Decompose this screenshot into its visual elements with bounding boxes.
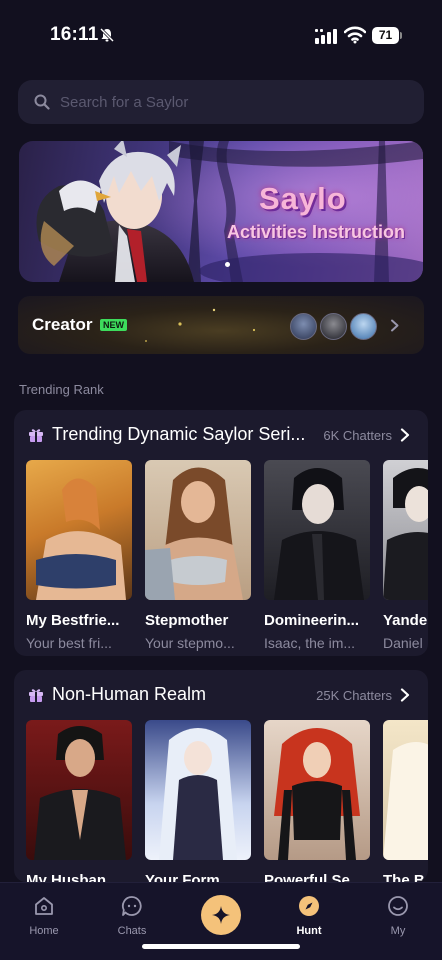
bell-muted-icon	[99, 27, 115, 43]
chevron-right-icon	[400, 688, 410, 702]
character-thumbnail	[26, 460, 132, 600]
character-description: Your stepmo...	[145, 635, 235, 651]
character-thumbnail	[145, 720, 251, 860]
section-label-trending: Trending Rank	[19, 382, 104, 397]
nav-label: My	[390, 925, 406, 937]
search-icon	[34, 94, 50, 110]
chevron-right-icon	[400, 428, 410, 442]
character-thumbnail	[383, 720, 428, 860]
ranking-tiles: My Husban... Your Form... Powerful Se...…	[26, 720, 428, 882]
chat-icon	[121, 896, 142, 916]
ranking-title: Trending Dynamic Saylor Seri...	[52, 424, 306, 444]
banner-subtitle: Activities Instruction	[227, 222, 406, 242]
ranking-title: Non-Human Realm	[52, 684, 207, 704]
nav-label: Home	[29, 925, 59, 937]
character-name: Stepmother	[145, 612, 229, 629]
ranking-header[interactable]: Trending Dynamic Saylor Seri... 6K Chatt…	[14, 410, 428, 460]
creator-avatar[interactable]	[350, 313, 377, 340]
chatter-count: 6K Chatters	[323, 428, 392, 443]
status-bar: 16:11 71	[0, 0, 442, 70]
chevron-right-icon	[391, 319, 399, 332]
signal-icon	[315, 29, 337, 44]
ranking-tiles: My Bestfrie... Your best fri... Stepmoth…	[26, 460, 428, 656]
gift-icon	[29, 429, 43, 442]
search-input[interactable]	[60, 80, 410, 124]
character-name: The Bu	[383, 872, 428, 882]
creator-row[interactable]: Creator NEW	[18, 296, 424, 354]
status-time: 16:11	[50, 24, 99, 45]
wifi-icon	[344, 26, 366, 44]
character-card[interactable]: Your Form...	[145, 720, 251, 882]
character-description: Isaac, the im...	[264, 635, 356, 651]
character-thumbnail	[264, 720, 370, 860]
character-thumbnail	[383, 460, 428, 600]
home-indicator	[142, 944, 300, 949]
character-card[interactable]: Powerful Se...	[264, 720, 370, 882]
nav-hunt[interactable]: Hunt	[279, 891, 339, 937]
battery-indicator: 71	[372, 27, 402, 44]
ranking-card: Trending Dynamic Saylor Seri... 6K Chatt…	[14, 410, 428, 656]
character-card[interactable]: Stepmother Your stepmo...	[145, 460, 251, 651]
banner-page-indicator	[225, 262, 230, 267]
gift-icon	[29, 689, 43, 702]
banner-title: Saylo	[259, 181, 347, 216]
character-card[interactable]: My Bestfrie... Your best fri...	[26, 460, 132, 651]
character-card[interactable]: Domineerin... Isaac, the im...	[264, 460, 370, 651]
smile-icon	[388, 896, 408, 916]
character-thumbnail	[145, 460, 251, 600]
character-name: Powerful Se...	[264, 872, 363, 882]
character-card[interactable]: My Husban...	[26, 720, 132, 882]
character-card[interactable]: The Bu	[383, 720, 428, 882]
character-name: Yande	[383, 612, 428, 629]
nav-label: Hunt	[296, 925, 322, 937]
home-icon	[35, 897, 53, 915]
compass-icon	[299, 896, 319, 916]
character-card[interactable]: Yande Daniel	[383, 460, 428, 651]
character-name: My Husban...	[26, 872, 119, 882]
battery-level: 71	[372, 27, 399, 44]
ranking-header[interactable]: Non-Human Realm 25K Chatters	[14, 670, 428, 720]
search-bar[interactable]	[18, 80, 424, 124]
nav-my[interactable]: My	[368, 891, 428, 937]
character-description: Your best fri...	[26, 635, 112, 651]
chatter-count: 25K Chatters	[316, 688, 392, 703]
battery-cap	[400, 32, 402, 39]
ranking-card: Non-Human Realm 25K Chatters My Husban..…	[14, 670, 428, 882]
character-name: My Bestfrie...	[26, 612, 120, 629]
activities-banner[interactable]: Saylo Activities Instruction	[19, 141, 423, 282]
nav-label: Chats	[117, 925, 147, 937]
creator-avatar[interactable]	[290, 313, 317, 340]
sparkle-icon	[212, 906, 230, 924]
creator-avatar[interactable]	[320, 313, 347, 340]
character-description: Daniel	[383, 635, 423, 651]
banner-artwork	[19, 141, 423, 282]
character-thumbnail	[264, 460, 370, 600]
create-button[interactable]	[201, 895, 241, 935]
nav-chats[interactable]: Chats	[102, 891, 162, 937]
nav-home[interactable]: Home	[14, 891, 74, 937]
character-thumbnail	[26, 720, 132, 860]
character-name: Domineerin...	[264, 612, 360, 629]
character-name: Your Form...	[145, 872, 233, 882]
